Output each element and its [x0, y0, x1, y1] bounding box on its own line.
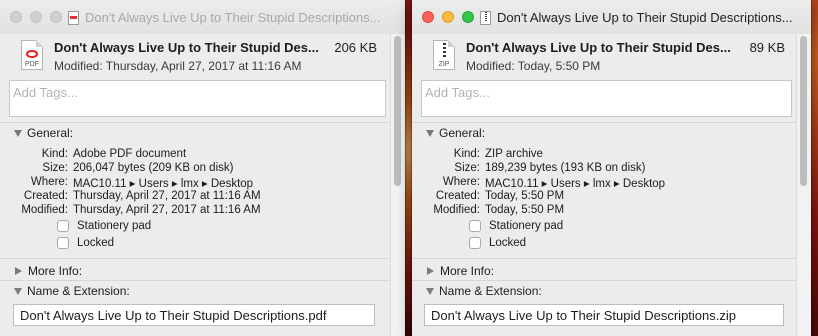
zip-file-icon	[480, 10, 491, 25]
tags-placeholder: Add Tags...	[13, 85, 78, 100]
pdf-file-icon	[68, 10, 79, 25]
info-content: PDF Don't Always Live Up to Their Stupid…	[0, 34, 391, 336]
zoom-button[interactable]	[50, 11, 62, 23]
stationery-pad-checkbox[interactable]: Stationery pad	[469, 220, 563, 232]
zip-archive-icon: ZIP	[433, 40, 455, 70]
file-name: Don't Always Live Up to Their Stupid Des…	[54, 40, 319, 55]
title-bar[interactable]: Don't Always Live Up to Their Stupid Des…	[412, 0, 811, 34]
file-size: 206 KB	[334, 40, 377, 55]
info-value: MAC10.11 ▸ Users ▸ lmx ▸ Desktop	[485, 178, 666, 190]
window-controls	[10, 11, 62, 23]
more-info-label: More Info:	[28, 264, 83, 278]
divider	[412, 258, 797, 259]
name-input[interactable]: Don't Always Live Up to Their Stupid Des…	[13, 304, 375, 326]
info-key: Size:	[42, 162, 68, 174]
file-header: ZIP Don't Always Live Up to Their Stupid…	[412, 34, 797, 82]
name-extension-section-toggle[interactable]: Name & Extension:	[426, 284, 542, 298]
checkbox-box[interactable]	[469, 237, 481, 249]
divider	[0, 280, 391, 281]
info-key: Created:	[23, 190, 68, 202]
info-value: ZIP archive	[485, 148, 543, 160]
tags-input[interactable]: Add Tags...	[9, 80, 386, 117]
info-key: Kind:	[453, 148, 480, 160]
checkbox-box[interactable]	[469, 220, 481, 232]
divider	[412, 280, 797, 281]
divider	[412, 122, 797, 123]
disclosure-down-icon	[14, 287, 22, 295]
locked-label: Locked	[77, 237, 115, 249]
general-section-toggle[interactable]: General:	[426, 126, 485, 140]
modified-date: Modified: Today, 5:50 PM	[466, 59, 601, 73]
info-key: Modified:	[433, 204, 480, 216]
divider	[0, 122, 391, 123]
name-extension-section-toggle[interactable]: Name & Extension:	[14, 284, 130, 298]
info-value: Thursday, April 27, 2017 at 11:16 AM	[73, 204, 261, 216]
name-input[interactable]: Don't Always Live Up to Their Stupid Des…	[424, 304, 784, 326]
info-key: Created:	[435, 190, 480, 202]
window-title: Don't Always Live Up to Their Stupid Des…	[480, 10, 793, 25]
window-title: Don't Always Live Up to Their Stupid Des…	[68, 10, 381, 25]
file-name: Don't Always Live Up to Their Stupid Des…	[466, 40, 731, 55]
info-value: Today, 5:50 PM	[485, 190, 565, 202]
stationery-pad-label: Stationery pad	[489, 220, 564, 232]
scrollbar-thumb[interactable]	[394, 36, 401, 186]
stationery-pad-checkbox[interactable]: Stationery pad	[57, 220, 151, 232]
more-info-label: More Info:	[440, 264, 495, 278]
minimize-button[interactable]	[442, 11, 454, 23]
window-title-text: Don't Always Live Up to Their Stupid Des…	[85, 10, 381, 25]
info-value: 206,047 bytes (209 KB on disk)	[73, 162, 234, 174]
general-section-toggle[interactable]: General:	[14, 126, 73, 140]
info-key: Size:	[454, 162, 480, 174]
general-label: General:	[27, 126, 74, 140]
disclosure-right-icon	[15, 267, 22, 275]
scrollbar-thumb[interactable]	[800, 36, 807, 186]
scrollbar[interactable]	[390, 34, 405, 336]
info-value: MAC10.11 ▸ Users ▸ lmx ▸ Desktop	[73, 178, 254, 190]
checkbox-box[interactable]	[57, 220, 69, 232]
info-value: 189,239 bytes (193 KB on disk)	[485, 162, 646, 174]
info-value: Today, 5:50 PM	[485, 204, 565, 216]
file-size: 89 KB	[749, 40, 785, 55]
pdf-document-icon: PDF	[21, 40, 43, 70]
tags-placeholder: Add Tags...	[425, 85, 490, 100]
file-header: PDF Don't Always Live Up to Their Stupid…	[0, 34, 391, 82]
divider	[0, 258, 391, 259]
disclosure-down-icon	[14, 129, 22, 137]
file-type-label: PDF	[25, 61, 39, 68]
window-title-text: Don't Always Live Up to Their Stupid Des…	[497, 10, 793, 25]
locked-checkbox[interactable]: Locked	[57, 237, 114, 249]
disclosure-right-icon	[427, 267, 434, 275]
checkbox-box[interactable]	[57, 237, 69, 249]
info-key: Kind:	[41, 148, 68, 160]
name-extension-label: Name & Extension:	[439, 284, 542, 298]
info-window-zip[interactable]: Don't Always Live Up to Their Stupid Des…	[412, 0, 811, 336]
title-bar[interactable]: Don't Always Live Up to Their Stupid Des…	[0, 0, 405, 34]
close-button[interactable]	[422, 11, 434, 23]
locked-label: Locked	[489, 237, 527, 249]
disclosure-down-icon	[426, 129, 434, 137]
info-window-pdf[interactable]: Don't Always Live Up to Their Stupid Des…	[0, 0, 405, 336]
info-key: Where:	[442, 176, 480, 188]
file-type-label: ZIP	[438, 61, 450, 68]
info-key: Where:	[30, 176, 68, 188]
name-extension-label: Name & Extension:	[27, 284, 130, 298]
info-content: ZIP Don't Always Live Up to Their Stupid…	[412, 34, 797, 336]
close-button[interactable]	[10, 11, 22, 23]
stationery-pad-label: Stationery pad	[77, 220, 152, 232]
scrollbar[interactable]	[796, 34, 811, 336]
minimize-button[interactable]	[30, 11, 42, 23]
tags-input[interactable]: Add Tags...	[421, 80, 792, 117]
zoom-button[interactable]	[462, 11, 474, 23]
info-key: Modified:	[21, 204, 68, 216]
info-value: Thursday, April 27, 2017 at 11:16 AM	[73, 190, 261, 202]
more-info-section-toggle[interactable]: More Info:	[14, 264, 82, 278]
more-info-section-toggle[interactable]: More Info:	[426, 264, 494, 278]
info-value: Adobe PDF document	[73, 148, 187, 160]
modified-date: Modified: Thursday, April 27, 2017 at 11…	[54, 59, 302, 73]
disclosure-down-icon	[426, 287, 434, 295]
general-label: General:	[439, 126, 486, 140]
window-controls	[422, 11, 474, 23]
locked-checkbox[interactable]: Locked	[469, 237, 526, 249]
